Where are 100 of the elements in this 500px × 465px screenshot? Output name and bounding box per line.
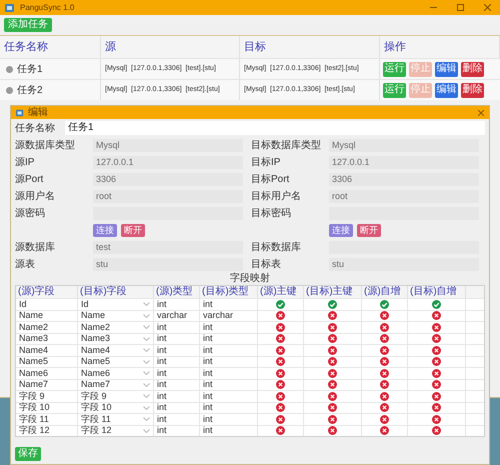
cross-icon[interactable] [380,426,389,436]
connect-button[interactable]: 连接 [93,224,117,237]
table-cell: Name7 [19,380,48,390]
minimize-icon[interactable] [430,4,437,11]
cross-icon[interactable] [328,357,337,366]
cross-icon[interactable] [432,403,441,412]
table-cell: varchar [157,311,188,320]
cross-icon[interactable] [276,334,285,344]
dropdown[interactable]: Name4 [78,345,154,356]
cross-icon[interactable] [380,357,389,366]
cross-icon[interactable] [276,322,285,332]
app-icon [5,2,15,12]
table-cell: 字段 11 [19,414,49,424]
connect-button[interactable]: 连接 [329,224,353,237]
cross-icon[interactable] [432,346,441,355]
check-icon[interactable] [380,300,389,309]
cross-icon[interactable] [432,322,441,332]
cross-icon[interactable] [432,426,441,436]
cross-icon[interactable] [276,380,285,390]
dropdown[interactable]: 字段 9 [78,391,154,402]
cross-icon[interactable] [328,346,337,355]
cross-icon[interactable] [328,380,337,390]
close-icon[interactable] [478,110,484,116]
table-cell: int [157,357,167,366]
cross-icon[interactable] [328,414,337,424]
table-cell: int [203,414,213,424]
maximize-icon[interactable] [457,4,464,11]
column-header: (源)字段 [16,286,78,298]
dropdown[interactable]: Name3 [78,334,154,344]
dropdown[interactable]: 字段 11 [78,414,154,424]
disconnect-button[interactable]: 断开 [357,224,381,237]
cross-icon[interactable] [432,357,441,366]
field-label: 目标密码 [251,208,292,218]
table-cell: int [157,322,167,332]
delete-button[interactable]: 删除 [461,82,484,98]
dropdown[interactable]: Name5 [78,356,154,367]
table-cell: int [157,300,167,309]
cross-icon[interactable] [328,311,337,320]
cross-icon[interactable] [432,311,441,320]
dropdown[interactable]: Name6 [78,368,154,378]
cross-icon[interactable] [432,380,441,390]
table-cell: int [203,322,213,332]
dropdown[interactable]: 字段 10 [78,402,154,413]
field-label: 目标Port [251,174,290,184]
table-cell: 字段 12 [19,426,50,436]
add-task-button[interactable]: 添加任务 [4,18,52,32]
cross-icon[interactable] [328,426,337,436]
cross-icon[interactable] [328,392,337,401]
cross-icon[interactable] [380,334,389,344]
edit-button[interactable]: 编辑 [435,62,458,76]
column-header: (目标)类型 [200,286,258,298]
cross-icon[interactable] [380,311,389,320]
dropdown[interactable]: Id [78,299,154,310]
field-label: 目标数据库类型 [251,140,322,150]
cross-icon[interactable] [328,322,337,332]
cross-icon[interactable] [276,414,285,424]
cross-icon[interactable] [276,368,285,378]
check-icon[interactable] [328,300,337,309]
cross-icon[interactable] [380,392,389,401]
cross-icon[interactable] [328,403,337,412]
dropdown[interactable]: Name2 [78,322,154,332]
cross-icon[interactable] [432,368,441,378]
cross-icon[interactable] [328,368,337,378]
disconnect-button[interactable]: 断开 [121,224,145,237]
dropdown[interactable]: 字段 12 [78,426,154,436]
table-cell: Name [19,311,44,320]
dialog-title: 编辑 [28,108,48,118]
save-button[interactable]: 保存 [15,447,41,461]
table-cell: Name5 [19,357,48,366]
cross-icon[interactable] [380,414,389,424]
check-icon[interactable] [276,300,285,309]
table-cell: int [203,300,213,309]
cross-icon[interactable] [276,403,285,412]
delete-button[interactable]: 删除 [461,62,484,76]
cross-icon[interactable] [380,322,389,332]
cross-icon[interactable] [432,392,441,401]
cross-icon[interactable] [432,414,441,424]
check-icon[interactable] [432,300,441,309]
close-icon[interactable] [484,4,491,11]
table-cell: varchar [203,311,234,320]
column-header: (目标)主键 [304,286,362,298]
task-name-field[interactable]: 任务1 [65,121,485,135]
edit-button[interactable]: 编辑 [435,82,458,98]
cross-icon[interactable] [380,346,389,355]
cross-icon[interactable] [276,426,285,436]
cross-icon[interactable] [276,346,285,355]
cross-icon[interactable] [276,392,285,401]
cross-icon[interactable] [380,380,389,390]
cross-icon[interactable] [328,334,337,344]
cross-icon[interactable] [276,311,285,320]
cross-icon[interactable] [380,403,389,412]
dropdown[interactable]: Name7 [78,380,154,390]
cross-icon[interactable] [380,368,389,378]
run-button[interactable]: 运行 [383,62,406,76]
field-label: 源Port [15,174,44,184]
cross-icon[interactable] [276,357,285,366]
dropdown[interactable]: Name [78,310,154,321]
run-button[interactable]: 运行 [383,82,406,98]
field-label: 任务名称 [15,122,56,136]
cross-icon[interactable] [432,334,441,344]
